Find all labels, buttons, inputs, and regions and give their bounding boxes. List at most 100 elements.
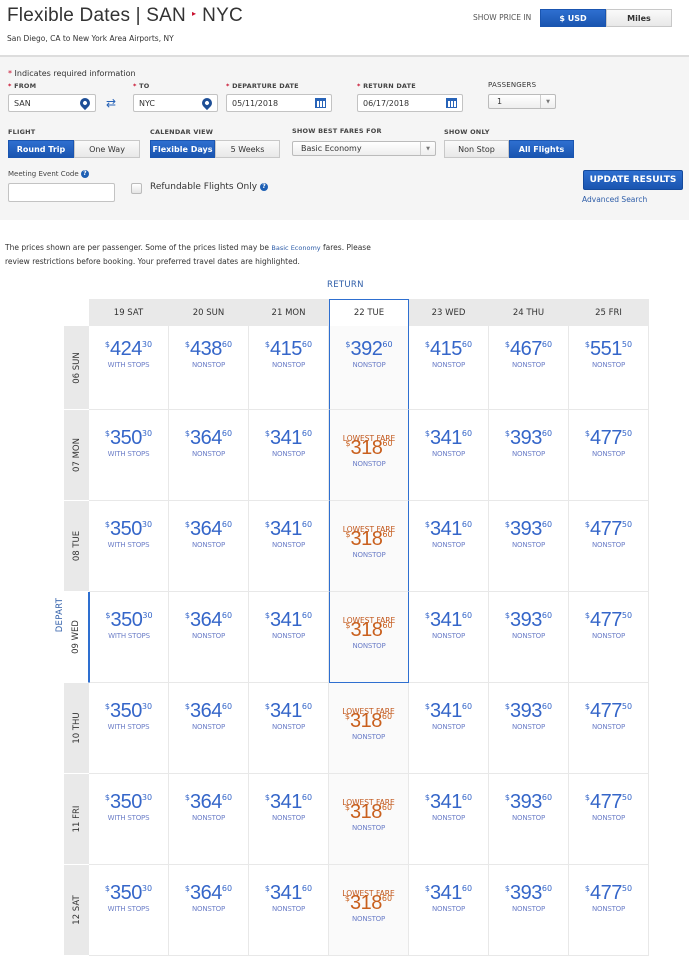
fare-cell[interactable]: LOWEST FARE $31860 NONSTOP <box>329 865 409 956</box>
price-cents: 60 <box>301 520 313 529</box>
fare-cell[interactable]: $41560 NONSTOP <box>409 326 489 410</box>
all-flights-button[interactable]: All Flights <box>509 140 574 158</box>
price-usd-button[interactable]: $ USD <box>540 9 606 27</box>
fare-cell[interactable]: $47750 NONSTOP <box>569 865 649 956</box>
stops-label: NONSTOP <box>352 551 386 559</box>
stops-label: NONSTOP <box>271 814 306 822</box>
return-date-input[interactable]: 06/17/2018 <box>357 94 463 112</box>
fare-price: $34160 <box>249 882 328 905</box>
info-icon[interactable]: ? <box>80 170 89 178</box>
update-results-button[interactable]: UPDATE RESULTS <box>583 170 683 190</box>
fare-cell[interactable]: $36460 NONSTOP <box>169 683 249 774</box>
fare-cell[interactable]: $39360 NONSTOP <box>489 592 569 683</box>
fare-price: $47750 <box>569 882 648 905</box>
fare-price: $39360 <box>489 882 568 905</box>
price-dollars: 393 <box>510 427 542 449</box>
one-way-button[interactable]: One Way <box>74 140 140 158</box>
to-input[interactable]: NYC <box>133 94 218 112</box>
fare-cell[interactable]: $46760 NONSTOP <box>489 326 569 410</box>
fare-cell[interactable]: $36460 NONSTOP <box>169 774 249 865</box>
swap-airports-icon[interactable]: ⇄ <box>106 97 116 109</box>
fare-cell[interactable]: $34160 NONSTOP <box>409 774 489 865</box>
fare-cell[interactable]: $42430 WITH STOPS <box>89 326 169 410</box>
fare-cell[interactable]: $35030 WITH STOPS <box>89 774 169 865</box>
stops-label: NONSTOP <box>191 632 226 640</box>
fare-cell[interactable]: $34160 NONSTOP <box>249 592 329 683</box>
calendar-icon[interactable] <box>446 98 457 108</box>
fare-price: $31860 <box>329 801 408 824</box>
fare-cell[interactable]: $36460 NONSTOP <box>169 592 249 683</box>
route-arrow-icon: ▸ <box>191 9 197 19</box>
price-miles-button[interactable]: Miles <box>606 9 672 27</box>
fare-cell[interactable]: $39260 NONSTOP <box>329 326 409 410</box>
fare-cell[interactable]: $47750 NONSTOP <box>569 410 649 501</box>
fare-cell[interactable]: $35030 WITH STOPS <box>89 683 169 774</box>
fare-cell[interactable]: $34160 NONSTOP <box>409 410 489 501</box>
fare-cell[interactable]: $55150 NONSTOP <box>569 326 649 410</box>
fare-cell[interactable]: $39360 NONSTOP <box>489 501 569 592</box>
price-cents: 30 <box>141 884 153 893</box>
price-dollars: 364 <box>190 427 222 449</box>
price-cents: 60 <box>221 884 233 893</box>
fare-cell[interactable]: $35030 WITH STOPS <box>89 501 169 592</box>
fare-cell[interactable]: LOWEST FARE $31860 NONSTOP <box>329 501 409 592</box>
fare-cell[interactable]: $47750 NONSTOP <box>569 501 649 592</box>
fare-cell[interactable]: $41560 NONSTOP <box>249 326 329 410</box>
departure-date-input[interactable]: 05/11/2018 <box>226 94 332 112</box>
fare-cell[interactable]: $35030 WITH STOPS <box>89 592 169 683</box>
price-dollars: 341 <box>430 882 462 904</box>
fare-cell[interactable]: $34160 NONSTOP <box>249 865 329 956</box>
fare-cell[interactable]: $34160 NONSTOP <box>249 410 329 501</box>
from-input[interactable]: SAN <box>8 94 96 112</box>
fare-cell[interactable]: $39360 NONSTOP <box>489 774 569 865</box>
stops-label: WITH STOPS <box>107 450 150 458</box>
advanced-search-link[interactable]: Advanced Search <box>582 195 647 204</box>
fare-cell[interactable]: LOWEST FARE $31860 NONSTOP <box>329 683 409 774</box>
fare-cell[interactable]: LOWEST FARE $31860 NONSTOP <box>329 592 409 683</box>
best-fares-select[interactable]: Basic Economy ▼ <box>292 141 436 156</box>
fare-cell[interactable]: $43860 NONSTOP <box>169 326 249 410</box>
fare-cell[interactable]: $47750 NONSTOP <box>569 683 649 774</box>
best-fares-label: SHOW BEST FARES FOR <box>292 127 382 135</box>
price-cents: 30 <box>141 429 153 438</box>
fare-cell[interactable]: $39360 NONSTOP <box>489 683 569 774</box>
map-pin-icon[interactable] <box>199 95 215 111</box>
fare-price: $34160 <box>249 700 328 723</box>
flexible-days-button[interactable]: Flexible Days <box>150 140 215 158</box>
info-icon[interactable]: ? <box>259 182 268 191</box>
currency-symbol: $ <box>424 884 431 893</box>
fare-cell[interactable]: $47750 NONSTOP <box>569 774 649 865</box>
fare-price: $34160 <box>409 791 488 814</box>
passengers-select[interactable]: 1 ▼ <box>488 94 556 109</box>
fare-cell[interactable]: $36460 NONSTOP <box>169 410 249 501</box>
price-dollars: 392 <box>350 338 383 360</box>
fare-cell[interactable]: $34160 NONSTOP <box>249 501 329 592</box>
fare-cell[interactable]: $36460 NONSTOP <box>169 501 249 592</box>
fare-cell[interactable]: $34160 NONSTOP <box>409 865 489 956</box>
fare-cell[interactable]: $34160 NONSTOP <box>409 592 489 683</box>
fare-cell[interactable]: $34160 NONSTOP <box>249 683 329 774</box>
round-trip-button[interactable]: Round Trip <box>8 140 74 158</box>
fare-cell[interactable]: $39360 NONSTOP <box>489 865 569 956</box>
fare-cell[interactable]: LOWEST FARE $31860 NONSTOP <box>329 410 409 501</box>
meeting-code-input[interactable] <box>8 183 115 202</box>
fare-cell[interactable]: $34160 NONSTOP <box>249 774 329 865</box>
fare-cell[interactable]: $35030 WITH STOPS <box>89 865 169 956</box>
fare-price: $36460 <box>169 427 248 450</box>
five-weeks-button[interactable]: 5 Weeks <box>215 140 280 158</box>
fare-cell[interactable]: $34160 NONSTOP <box>409 501 489 592</box>
non-stop-button[interactable]: Non Stop <box>444 140 509 158</box>
basic-economy-link[interactable]: Basic Economy <box>271 244 320 252</box>
price-cents: 30 <box>141 702 153 711</box>
fare-price: $47750 <box>569 791 648 814</box>
fare-cell[interactable]: $34160 NONSTOP <box>409 683 489 774</box>
fare-cell[interactable]: $47750 NONSTOP <box>569 592 649 683</box>
fare-cell[interactable]: LOWEST FARE $31860 NONSTOP <box>329 774 409 865</box>
fare-cell[interactable]: $35030 WITH STOPS <box>89 410 169 501</box>
calendar-icon[interactable] <box>315 98 326 108</box>
price-dollars: 364 <box>190 882 222 904</box>
refundable-checkbox[interactable] <box>131 183 142 194</box>
fare-cell[interactable]: $39360 NONSTOP <box>489 410 569 501</box>
map-pin-icon[interactable] <box>77 95 93 111</box>
fare-cell[interactable]: $36460 NONSTOP <box>169 865 249 956</box>
